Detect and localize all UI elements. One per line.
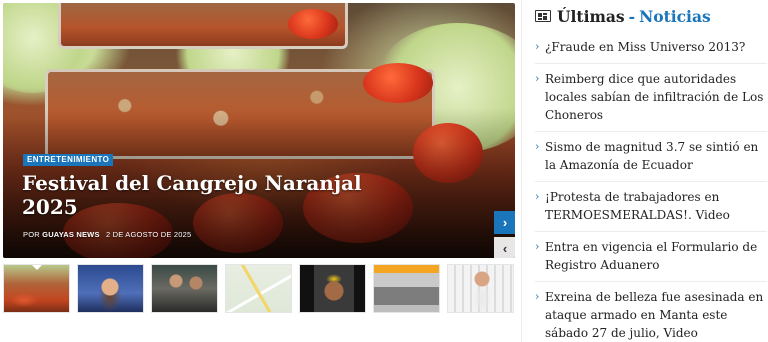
title-first-word: Últimas (557, 6, 625, 26)
title-second-word: Noticias (639, 6, 711, 26)
chevron-right-icon: › (502, 215, 508, 230)
author-link[interactable]: GUAYAS NEWS (42, 230, 100, 239)
prev-slide-button[interactable]: ‹ (494, 237, 515, 258)
thumb-miss-universe[interactable] (77, 264, 144, 313)
thumbnail-strip (3, 264, 515, 314)
publish-date: 2 DE AGOSTO DE 2025 (105, 230, 192, 239)
thumb-crab-festival[interactable] (3, 264, 70, 313)
news-link[interactable]: Reimberg dice que autoridades locales sa… (545, 72, 763, 122)
byline-prefix: POR (23, 230, 40, 239)
news-link[interactable]: Entra en vigencia el Formulario de Regis… (545, 240, 757, 272)
featured-headline[interactable]: Festival del Cangrejo Naranjal 2025 (22, 171, 362, 219)
news-widget-title: Últimas - Noticias (535, 6, 711, 26)
featured-slide[interactable]: ENTRETENIMIENTO Festival del Cangrejo Na… (3, 3, 515, 258)
crab-shape (288, 9, 338, 39)
news-link[interactable]: Sismo de magnitud 3.7 se sintió en la Am… (545, 140, 758, 172)
thumb-group-photo[interactable] (151, 264, 218, 313)
latest-news-widget: Últimas - Noticias › ¿Fraude en Miss Uni… (521, 0, 768, 342)
thumb-beauty-queen[interactable] (447, 264, 514, 313)
news-link[interactable]: Exreina de belleza fue asesinada en ataq… (545, 290, 763, 340)
chevron-right-icon: › (535, 240, 540, 253)
news-link[interactable]: ¿Fraude en Miss Universo 2013? (545, 40, 745, 54)
thumb-office-queue[interactable] (373, 264, 440, 313)
news-link[interactable]: ¡Protesta de trabajadores en TERMOESMERA… (545, 190, 730, 222)
category-badge[interactable]: ENTRETENIMIENTO (23, 154, 114, 166)
newspaper-icon (535, 10, 551, 22)
next-slide-button[interactable]: › (494, 211, 515, 234)
news-item[interactable]: › ¡Protesta de trabajadores en TERMOESME… (535, 182, 767, 232)
chevron-right-icon: › (535, 140, 540, 153)
byline: POR GUAYAS NEWS 2 DE AGOSTO DE 2025 (23, 230, 191, 239)
title-separator: - (628, 6, 636, 26)
chevron-right-icon: › (535, 290, 540, 303)
news-item[interactable]: › Reimberg dice que autoridades locales … (535, 64, 767, 132)
thumb-press-interview[interactable] (299, 264, 366, 313)
chevron-right-icon: › (535, 40, 540, 53)
news-item[interactable]: › Entra en vigencia el Formulario de Reg… (535, 232, 767, 282)
crab-shape (363, 63, 433, 103)
chevron-left-icon: ‹ (502, 241, 508, 256)
news-item[interactable]: › Exreina de belleza fue asesinada en at… (535, 282, 767, 342)
chevron-right-icon: › (535, 190, 540, 203)
news-item[interactable]: › ¿Fraude en Miss Universo 2013? (535, 32, 767, 64)
news-list: › ¿Fraude en Miss Universo 2013? › Reimb… (535, 32, 767, 342)
news-item[interactable]: › Sismo de magnitud 3.7 se sintió en la … (535, 132, 767, 182)
chevron-right-icon: › (535, 72, 540, 85)
thumb-map[interactable] (225, 264, 292, 313)
